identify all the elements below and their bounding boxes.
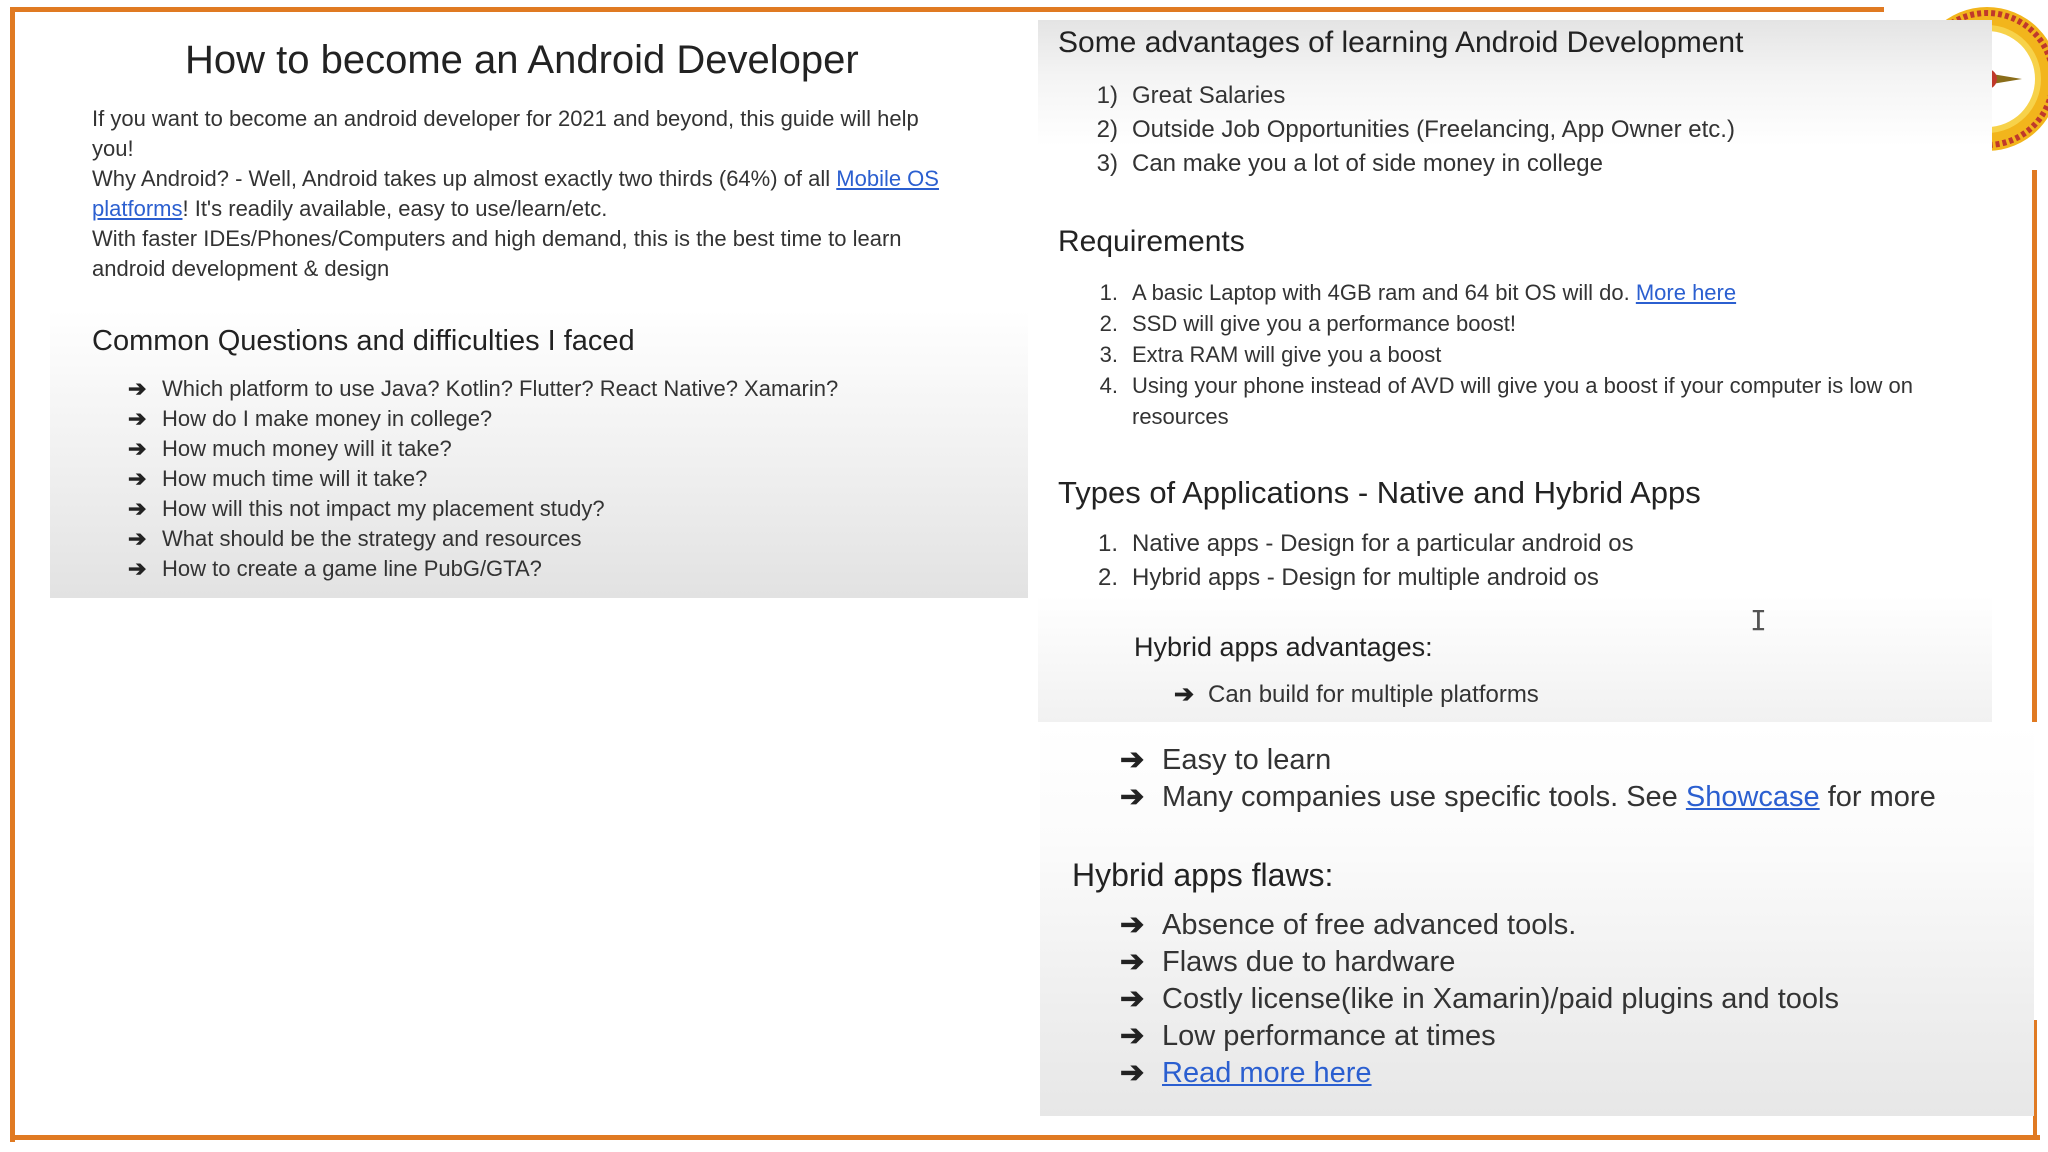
- arrow-right-icon: ➔: [128, 406, 147, 431]
- why-android-text: Why Android? - Well, Android takes up al…: [92, 164, 939, 194]
- advantage-item: 3) Can make you a lot of side money in co…: [1082, 150, 1603, 178]
- hybrid-advantages-heading: Hybrid apps advantages:: [1134, 632, 1433, 662]
- types-heading: Types of Applications - Native and Hybri…: [1058, 475, 1701, 510]
- arrow-right-icon: ➔: [1120, 983, 1145, 1015]
- requirement-item: 3. Extra RAM will give you a boost: [1082, 340, 1442, 370]
- companies-text: Many companies use specific tools. See: [1162, 781, 1686, 813]
- why-android-prefix: Why Android? - Well, Android takes up al…: [92, 166, 837, 191]
- advantage-item: 2) Outside Job Opportunities (Freelancing…: [1082, 116, 1735, 144]
- mobile-os-link[interactable]: Mobile OS: [836, 166, 939, 191]
- hybrid-advantage-item: ➔ Many companies use specific tools. See …: [1120, 779, 1936, 814]
- arrow-right-icon: ➔: [1120, 1020, 1145, 1052]
- frame-border-bottom: [10, 1135, 2040, 1140]
- arrow-right-icon: ➔: [1174, 681, 1195, 708]
- hybrid-advantage-text: Easy to learn: [1162, 744, 1332, 776]
- item-number: 3.: [1099, 342, 1118, 367]
- hybrid-flaw-item: ➔ Read more here: [1120, 1055, 1372, 1090]
- hybrid-flaw-item: ➔ Flaws due to hardware: [1120, 944, 1455, 979]
- question-item: ➔ How much time will it take?: [128, 464, 427, 494]
- companies-suffix: for more: [1819, 781, 1936, 813]
- hybrid-flaws-heading: Hybrid apps flaws:: [1072, 857, 1334, 893]
- why-android-suffix: ! It's readily available, easy to use/le…: [182, 196, 608, 221]
- hybrid-flaw-text: Low performance at times: [1162, 1020, 1496, 1052]
- frame-border-left: [10, 7, 15, 1142]
- question-item: ➔ How will this not impact my placement s…: [128, 494, 605, 524]
- platforms-link[interactable]: platforms: [92, 196, 182, 221]
- why-android-text-line2: platforms! It's readily available, easy …: [92, 194, 607, 224]
- question-item: ➔ What should be the strategy and resourc…: [128, 524, 581, 554]
- question-text: How much money will it take?: [162, 436, 452, 461]
- item-number: 2.: [1097, 564, 1118, 591]
- hybrid-advantage-item: ➔ Can build for multiple platforms: [1174, 680, 1539, 709]
- advantage-text: Great Salaries: [1132, 82, 1286, 109]
- arrow-right-icon: ➔: [128, 466, 147, 491]
- requirement-text: Using your phone instead of AVD will giv…: [1132, 373, 1913, 398]
- item-number: 1): [1096, 82, 1118, 109]
- item-number: 4.: [1099, 373, 1118, 398]
- hybrid-advantage-item: ➔ Easy to learn: [1120, 742, 1331, 777]
- requirement-item: 4. Using your phone instead of AVD will g…: [1082, 371, 1913, 401]
- requirement-text: Extra RAM will give you a boost: [1132, 342, 1442, 367]
- advantage-text: Outside Job Opportunities (Freelancing, …: [1132, 116, 1735, 143]
- hybrid-flaw-item: ➔ Low performance at times: [1120, 1018, 1496, 1053]
- type-item: 1. Native apps - Design for a particular …: [1082, 530, 1634, 558]
- question-text: How much time will it take?: [162, 466, 428, 491]
- question-item: ➔ Which platform to use Java? Kotlin? Flu…: [128, 374, 838, 404]
- type-text: Hybrid apps - Design for multiple androi…: [1132, 564, 1599, 591]
- intro-text-line1: If you want to become an android develop…: [92, 106, 919, 131]
- arrow-right-icon: ➔: [1120, 744, 1145, 776]
- showcase-link[interactable]: Showcase: [1686, 781, 1820, 813]
- question-item: ➔ How to create a game line PubG/GTA?: [128, 554, 542, 584]
- frame-border-right: [2032, 170, 2037, 722]
- requirement-text: SSD will give you a performance boost!: [1132, 311, 1516, 336]
- questions-heading: Common Questions and difficulties I face…: [92, 325, 635, 357]
- hybrid-flaw-text: Absence of free advanced tools.: [1162, 909, 1577, 941]
- item-number: 1.: [1097, 530, 1118, 557]
- frame-border-top: [12, 7, 1884, 12]
- arrow-right-icon: ➔: [128, 556, 147, 581]
- question-text: Which platform to use Java? Kotlin? Flut…: [162, 376, 839, 401]
- question-item: ➔ How much money will it take?: [128, 434, 452, 464]
- item-number: 2): [1096, 116, 1118, 143]
- more-here-link[interactable]: More here: [1636, 280, 1736, 305]
- advantages-heading: Some advantages of learning Android Deve…: [1058, 26, 1744, 59]
- page-title: How to become an Android Developer: [185, 38, 859, 82]
- hybrid-flaw-text: Flaws due to hardware: [1162, 946, 1456, 978]
- read-more-link[interactable]: Read more here: [1162, 1057, 1372, 1089]
- requirement-item: 2. SSD will give you a performance boost!: [1082, 309, 1516, 339]
- requirement-item: 1. A basic Laptop with 4GB ram and 64 bit…: [1082, 278, 1736, 308]
- type-text: Native apps - Design for a particular an…: [1132, 530, 1634, 557]
- text-cursor-icon: I: [1750, 604, 1767, 637]
- requirements-heading: Requirements: [1058, 225, 1245, 258]
- item-number: 1.: [1099, 280, 1118, 305]
- question-text: What should be the strategy and resource…: [162, 526, 582, 551]
- arrow-right-icon: ➔: [1120, 946, 1145, 978]
- question-item: ➔ How do I make money in college?: [128, 404, 492, 434]
- requirement-text: A basic Laptop with 4GB ram and 64 bit O…: [1132, 280, 1636, 305]
- hybrid-flaw-text: Costly license(like in Xamarin)/paid plu…: [1162, 983, 1839, 1015]
- arrow-right-icon: ➔: [1120, 781, 1145, 813]
- hybrid-flaw-item: ➔ Costly license(like in Xamarin)/paid pl…: [1120, 981, 1839, 1016]
- advantage-text: Can make you a lot of side money in coll…: [1132, 150, 1603, 177]
- question-text: How will this not impact my placement st…: [162, 496, 605, 521]
- type-item: 2. Hybrid apps - Design for multiple andr…: [1082, 564, 1599, 592]
- question-text: How do I make money in college?: [162, 406, 493, 431]
- arrow-right-icon: ➔: [128, 526, 147, 551]
- arrow-right-icon: ➔: [1120, 1057, 1145, 1089]
- hybrid-advantage-text: Can build for multiple platforms: [1208, 681, 1539, 708]
- item-number: 3): [1096, 150, 1118, 177]
- question-text: How to create a game line PubG/GTA?: [162, 556, 542, 581]
- arrow-right-icon: ➔: [1120, 909, 1145, 941]
- advantage-item: 1) Great Salaries: [1082, 82, 1286, 110]
- arrow-right-icon: ➔: [128, 376, 147, 401]
- requirement-item-continuation: resources: [1132, 404, 1229, 429]
- arrow-right-icon: ➔: [128, 436, 147, 461]
- faster-text-line2: android development & design: [92, 256, 390, 281]
- arrow-right-icon: ➔: [128, 496, 147, 521]
- faster-text-line1: With faster IDEs/Phones/Computers and hi…: [92, 226, 902, 251]
- item-number: 2.: [1099, 311, 1118, 336]
- hybrid-flaw-item: ➔ Absence of free advanced tools.: [1120, 907, 1576, 942]
- intro-text-line2: you!: [92, 136, 134, 161]
